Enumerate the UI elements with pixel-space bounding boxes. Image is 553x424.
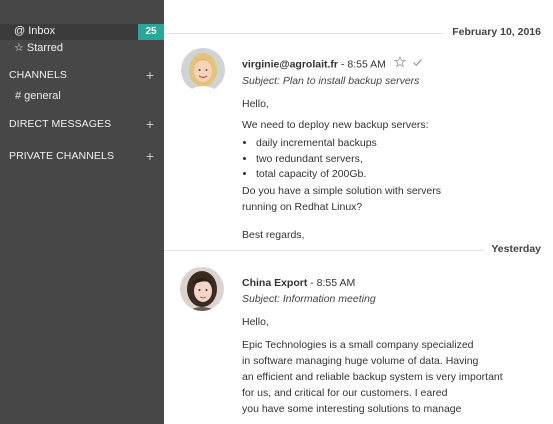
section-channels: CHANNELS	[9, 69, 67, 81]
sidebar-item-inbox[interactable]: @ Inbox 25	[0, 24, 164, 40]
message: virginie@agrolait.fr - 8:55 AM Subject: …	[242, 55, 442, 243]
add-private-channel-button[interactable]: +	[146, 149, 154, 163]
avatar[interactable]	[181, 48, 225, 92]
date-separator: February 10, 2016	[164, 26, 553, 40]
date-divider	[164, 33, 444, 34]
message-intro: We need to deploy new backup servers:	[242, 119, 429, 131]
message-time: - 8:55 AM	[307, 277, 356, 289]
list-item: daily incremental backups	[256, 136, 441, 152]
date-separator: Yesterday	[164, 243, 553, 257]
message-body-line: an efficient and reliable backup system …	[242, 371, 503, 383]
message-greeting: Hello,	[242, 98, 269, 110]
message-header: virginie@agrolait.fr - 8:55 AM	[242, 55, 441, 73]
sidebar: @ Inbox 25 ☆ Starred CHANNELS + # genera…	[0, 0, 164, 424]
message-body: Epic Technologies is a small company spe…	[242, 337, 503, 417]
avatar[interactable]	[180, 267, 224, 311]
message-question-line: running on Redhat Linux?	[242, 200, 363, 213]
message-body-line: in software managing huge volume of data…	[242, 355, 479, 367]
dark-haired-woman-avatar-icon	[180, 267, 224, 311]
add-direct-message-button[interactable]: +	[146, 117, 154, 131]
sidebar-item-general[interactable]: # general	[15, 90, 61, 102]
message-thread: February 10, 2016 virginie@agrolait.fr -…	[164, 0, 553, 424]
date-label: Yesterday	[485, 243, 541, 255]
message-body-line: for us, and critical for our customers. …	[242, 387, 448, 399]
message-greeting: Hello,	[242, 316, 269, 328]
message-body-line: you have some interesting solutions to m…	[242, 403, 462, 415]
message-body-line: Epic Technologies is a small company spe…	[242, 339, 474, 351]
list-item: two redundant servers,	[256, 152, 441, 168]
blonde-woman-avatar-icon	[181, 48, 225, 92]
message-header: China Export - 8:55 AM	[242, 275, 503, 291]
message: China Export - 8:55 AM Subject: Informat…	[242, 275, 503, 417]
add-channel-button[interactable]: +	[146, 68, 154, 82]
sidebar-item-starred[interactable]: ☆ Starred	[0, 40, 164, 56]
checkmark-icon[interactable]	[412, 57, 423, 73]
sender-name[interactable]: China Export	[242, 277, 307, 289]
message-subject: Subject: Information meeting	[242, 293, 376, 305]
date-divider	[164, 250, 484, 251]
section-direct-messages: DIRECT MESSAGES	[9, 118, 112, 130]
message-bullet-list: daily incremental backups two redundant …	[242, 136, 441, 183]
sidebar-item-label: @ Inbox	[14, 25, 56, 37]
star-icon[interactable]	[393, 55, 406, 73]
list-item: total capacity of 200Gb.	[256, 167, 441, 183]
date-label: February 10, 2016	[446, 26, 541, 38]
unread-count-badge: 25	[138, 24, 164, 40]
message-signoff: Best regards,	[242, 228, 305, 241]
message-time: - 8:55 AM	[338, 58, 386, 71]
sidebar-item-label: ☆ Starred	[14, 42, 63, 54]
section-private-channels: PRIVATE CHANNELS	[9, 150, 115, 162]
message-subject: Subject: Plan to install backup servers	[242, 75, 420, 87]
message-question-line: Do you have a simple solution with serve…	[242, 184, 442, 197]
sender-name[interactable]: virginie@agrolait.fr	[242, 58, 338, 70]
